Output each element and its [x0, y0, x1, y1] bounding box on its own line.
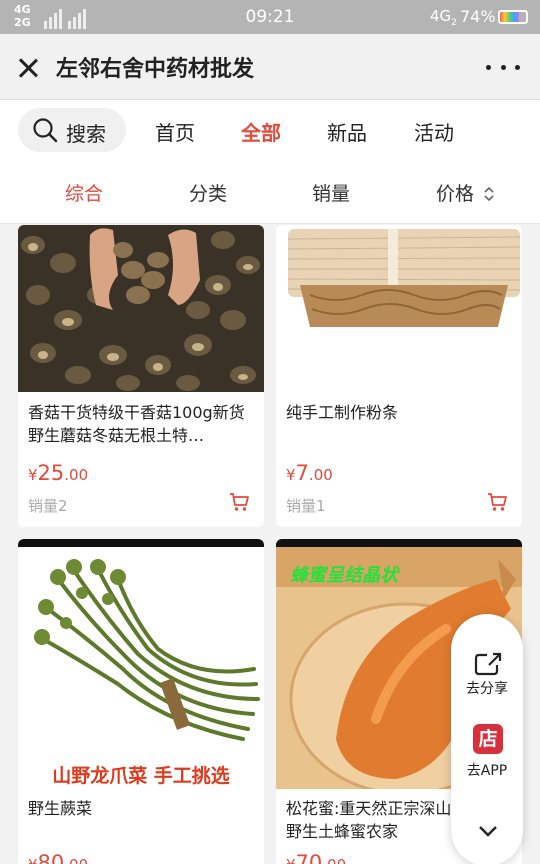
open-app-label[interactable]: 去APP [451, 760, 523, 780]
search-button[interactable]: 搜索 [18, 108, 126, 152]
share-label[interactable]: 去分享 [451, 678, 523, 698]
search-icon [33, 118, 58, 143]
sort-category[interactable]: 分类 [189, 179, 227, 206]
product-image-mushrooms [18, 225, 264, 392]
sort-arrows-icon[interactable] [483, 185, 495, 203]
store-icon[interactable]: 店 [473, 724, 503, 754]
product-image-vermicelli [276, 225, 522, 392]
tab-all[interactable]: 全部 [241, 117, 281, 146]
status-bar: 4G 2G 09:21 4G2 74% [0, 0, 540, 34]
floating-action-panel: 去分享 店 去APP [451, 614, 523, 864]
battery-icon [498, 10, 528, 24]
search-label: 搜索 [66, 122, 106, 146]
product-image-caption: 山野龙爪菜 手工挑选 [52, 765, 230, 787]
close-icon[interactable] [12, 52, 44, 84]
share-icon[interactable] [473, 651, 503, 677]
tab-new[interactable]: 新品 [327, 117, 367, 146]
product-name[interactable]: 纯手工制作粉条 [286, 401, 514, 424]
product-price: ¥80.00 [28, 851, 88, 864]
top-navigation: 搜索 首页 全部 新品 活动 [0, 100, 540, 162]
sort-sales[interactable]: 销量 [312, 179, 350, 206]
product-name[interactable]: 香菇干货特级干香菇100g新货野生蘑菇冬菇无根土特… [28, 401, 256, 447]
title-bar: 左邻右舍中药材批发 [0, 34, 540, 100]
page-title: 左邻右舍中药材批发 [56, 57, 255, 82]
product-card[interactable]: 纯手工制作粉条 ¥7.00 销量1 [276, 225, 522, 527]
clock: 09:21 [245, 7, 295, 27]
product-sales: 销量1 [286, 497, 326, 515]
chevron-down-icon[interactable] [473, 818, 503, 844]
sort-price[interactable]: 价格 [436, 179, 474, 206]
product-image-fern [18, 539, 264, 789]
product-card[interactable]: 山野龙爪菜 手工挑选 野生蕨菜 ¥80.00 [18, 539, 264, 864]
product-price: ¥7.00 [286, 461, 333, 485]
sort-comprehensive[interactable]: 综合 [65, 179, 103, 206]
sort-bar: 综合 分类 销量 价格 [0, 162, 540, 224]
more-options-icon[interactable] [486, 52, 520, 82]
product-sales: 销量2 [28, 497, 68, 515]
tab-activity[interactable]: 活动 [414, 117, 454, 146]
product-price: ¥70.00 [286, 851, 346, 864]
network-indicator-right: 4G2 [430, 7, 457, 28]
product-card[interactable]: 香菇干货特级干香菇100g新货野生蘑菇冬菇无根土特… ¥25.00 销量2 [18, 225, 264, 527]
cart-icon[interactable] [486, 491, 508, 513]
battery-percentage: 74% [460, 7, 496, 26]
product-image-caption: 蜂蜜呈结晶状 [290, 565, 398, 586]
product-price: ¥25.00 [28, 461, 89, 485]
cart-icon[interactable] [228, 491, 250, 513]
tab-home[interactable]: 首页 [155, 117, 195, 146]
product-name[interactable]: 野生蕨菜 [28, 797, 256, 820]
